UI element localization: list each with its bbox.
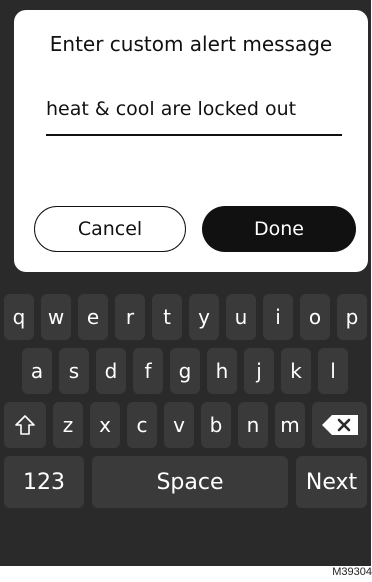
backspace-key[interactable]: [312, 402, 367, 448]
key-c[interactable]: c: [127, 402, 157, 448]
key-label: t: [163, 305, 171, 329]
key-label: s: [68, 359, 80, 383]
key-l[interactable]: l: [318, 348, 348, 394]
next-key[interactable]: Next: [296, 456, 367, 508]
key-u[interactable]: u: [226, 294, 256, 340]
key-g[interactable]: g: [170, 348, 200, 394]
key-k[interactable]: k: [281, 348, 311, 394]
key-label: f: [144, 359, 152, 383]
key-label: l: [330, 359, 336, 383]
key-label: q: [12, 305, 26, 329]
space-key[interactable]: Space: [92, 456, 288, 508]
key-b[interactable]: b: [201, 402, 231, 448]
done-button-label: Done: [254, 218, 304, 240]
key-label: u: [234, 305, 248, 329]
key-f[interactable]: f: [133, 348, 163, 394]
done-button[interactable]: Done: [202, 206, 356, 252]
key-z[interactable]: z: [53, 402, 83, 448]
key-w[interactable]: w: [41, 294, 71, 340]
key-label: e: [86, 305, 100, 329]
key-j[interactable]: j: [244, 348, 274, 394]
key-label: b: [209, 413, 223, 437]
key-v[interactable]: v: [164, 402, 194, 448]
key-label: w: [47, 305, 65, 329]
space-key-label: Space: [156, 469, 224, 495]
shift-icon: [15, 415, 35, 435]
key-label: h: [215, 359, 229, 383]
key-m[interactable]: m: [275, 402, 305, 448]
cancel-button-label: Cancel: [77, 218, 143, 240]
key-label: z: [62, 413, 74, 437]
key-label: n: [246, 413, 260, 437]
key-label: p: [345, 305, 359, 329]
alert-message-dialog: Enter custom alert message heat & cool a…: [14, 10, 368, 272]
key-label: c: [136, 413, 148, 437]
key-h[interactable]: h: [207, 348, 237, 394]
next-key-label: Next: [305, 469, 358, 495]
key-x[interactable]: x: [90, 402, 120, 448]
key-n[interactable]: n: [238, 402, 268, 448]
numbers-key-label: 123: [23, 469, 65, 495]
key-q[interactable]: q: [4, 294, 34, 340]
numbers-key[interactable]: 123: [4, 456, 84, 508]
key-p[interactable]: p: [337, 294, 367, 340]
key-label: j: [256, 359, 262, 383]
key-label: x: [99, 413, 111, 437]
alert-message-input-value: heat & cool are locked out: [46, 98, 297, 120]
key-label: r: [125, 305, 135, 329]
key-y[interactable]: y: [189, 294, 219, 340]
key-label: a: [30, 359, 44, 383]
key-label: g: [178, 359, 192, 383]
figure-id: M39304: [332, 566, 372, 578]
key-i[interactable]: i: [263, 294, 293, 340]
key-e[interactable]: e: [78, 294, 108, 340]
backspace-icon: [321, 415, 358, 435]
dialog-title: Enter custom alert message: [49, 32, 333, 56]
key-r[interactable]: r: [115, 294, 145, 340]
key-s[interactable]: s: [59, 348, 89, 394]
key-label: v: [173, 413, 185, 437]
key-label: m: [280, 413, 300, 437]
key-a[interactable]: a: [22, 348, 52, 394]
key-label: i: [275, 305, 281, 329]
alert-message-input[interactable]: heat & cool are locked out: [46, 96, 342, 136]
key-d[interactable]: d: [96, 348, 126, 394]
key-label: d: [104, 359, 118, 383]
device-screen: Enter custom alert message heat & cool a…: [0, 0, 371, 566]
key-o[interactable]: o: [300, 294, 330, 340]
key-label: o: [308, 305, 322, 329]
on-screen-keyboard: q w e r t y u i o p a s d f g h j k l z …: [0, 280, 371, 566]
cancel-button[interactable]: Cancel: [34, 206, 186, 252]
key-label: y: [198, 305, 210, 329]
key-t[interactable]: t: [152, 294, 182, 340]
shift-key[interactable]: [4, 402, 46, 448]
key-label: k: [290, 359, 302, 383]
